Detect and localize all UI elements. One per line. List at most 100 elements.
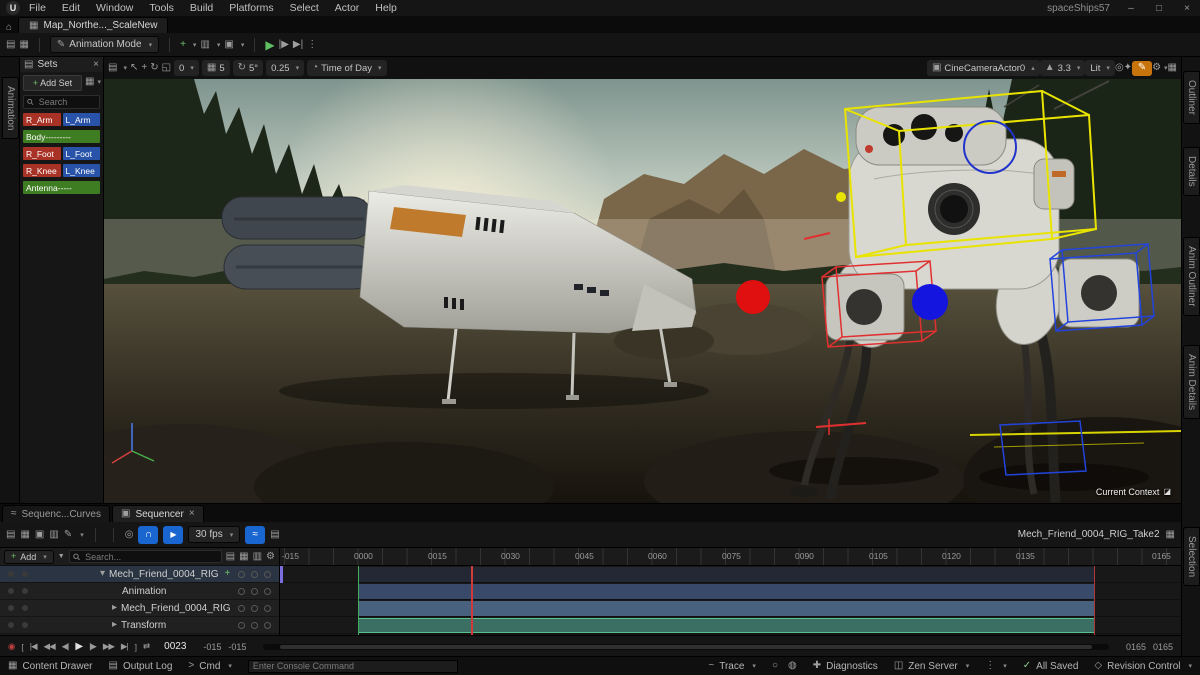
tab-selection[interactable]: Selection — [1183, 527, 1200, 586]
track-row-rig-child[interactable]: ▸ Mech_Friend_0004_RIG — [0, 600, 279, 617]
zen-server-dropdown[interactable]: ◫ Zen Server ▾ — [894, 661, 969, 672]
preview-dropdown[interactable]: ◔ Time of Day ▾ — [307, 60, 386, 76]
console-input[interactable] — [248, 660, 458, 673]
add-section-icon[interactable]: + — [225, 569, 231, 579]
track-solo-toggle[interactable] — [251, 588, 258, 595]
tab-outliner[interactable]: Outliner — [1183, 71, 1200, 124]
section-bar[interactable] — [358, 567, 1094, 582]
tab-sequencer[interactable]: ▣ Sequencer × — [112, 505, 204, 522]
track-lock-icon[interactable] — [22, 588, 28, 594]
playback-start-marker[interactable] — [358, 566, 359, 635]
set-tag-l-arm[interactable]: L_Arm — [63, 113, 101, 126]
set-tag-r-arm[interactable]: R_Arm — [23, 113, 61, 126]
sequence-browse-icon[interactable]: ▦ — [1166, 530, 1175, 540]
content-drawer-button[interactable]: ▦ Content Drawer — [8, 661, 92, 672]
menu-actor[interactable]: Actor — [328, 2, 367, 14]
sequence-name[interactable]: Mech_Friend_0004_RIG_Take2 — [1018, 529, 1160, 540]
playback-end-marker[interactable] — [1094, 566, 1095, 635]
track-row-rig[interactable]: ▾ Mech_Friend_0004_RIG + — [0, 566, 279, 583]
view-compact-icon[interactable]: ▦ — [239, 552, 248, 562]
set-tag-r-foot[interactable]: R_Foot — [23, 147, 61, 160]
view-end-value[interactable]: 0165 — [1126, 642, 1146, 652]
expand-caret-icon[interactable]: ▾ — [100, 569, 105, 579]
filter-icon[interactable]: ▼ — [58, 553, 65, 560]
menu-build[interactable]: Build — [183, 2, 220, 14]
tab-anim-outliner[interactable]: Anim Outliner — [1183, 237, 1200, 316]
seq-actions-icon[interactable]: ✎ — [64, 530, 72, 540]
viewport-options-icon[interactable]: ▤ — [108, 63, 117, 73]
range-end-value[interactable]: 0165 — [1153, 642, 1173, 652]
tab-anim-details[interactable]: Anim Details — [1183, 345, 1200, 419]
menu-edit[interactable]: Edit — [55, 2, 87, 14]
expand-caret-icon[interactable]: ▸ — [112, 603, 117, 613]
track-mute-toggle[interactable] — [238, 605, 245, 612]
revision-control-dropdown[interactable]: ◇ Revision Control ▾ — [1094, 661, 1192, 672]
grid-snap-control[interactable]: ▦ 5 — [202, 60, 230, 76]
track-search-input[interactable] — [83, 551, 218, 563]
diagnostics-button[interactable]: ✚ Diagnostics — [813, 661, 878, 672]
play-backwards-button[interactable]: ◀◀ — [44, 641, 55, 652]
close-icon[interactable]: × — [189, 509, 195, 519]
play-button[interactable]: ▶ — [75, 641, 82, 652]
track-row-animation[interactable]: Animation — [0, 583, 279, 600]
track-mute-toggle[interactable] — [238, 571, 245, 578]
loop-toggle[interactable]: ⇄ — [143, 641, 149, 652]
set-start-button[interactable]: [ — [21, 642, 22, 652]
maximize-button[interactable]: □ — [1152, 3, 1166, 14]
track-mute-toggle[interactable] — [238, 622, 245, 629]
save-status[interactable]: ✓ All Saved — [1023, 661, 1079, 672]
track-mute-toggle[interactable] — [238, 588, 245, 595]
play-forward-button[interactable]: ▶▶ — [103, 641, 114, 652]
track-pin-icon[interactable] — [8, 588, 14, 594]
camera-actor-dropdown[interactable]: ▣ CineCameraActor0 ▴ — [927, 60, 1040, 76]
playhead[interactable] — [471, 566, 473, 635]
launch-options-icon[interactable]: ⋮ — [307, 40, 317, 50]
track-lock-toggle[interactable] — [264, 571, 271, 578]
cinematics-icon[interactable]: ▣ — [224, 40, 233, 50]
seq-render-icon[interactable]: ▥ — [49, 530, 58, 540]
transform-section-bar[interactable] — [358, 618, 1094, 633]
seq-save-icon[interactable]: ▤ — [6, 530, 15, 540]
rotate-tool-icon[interactable]: ↻ — [150, 63, 158, 73]
track-pin-icon[interactable] — [8, 622, 14, 628]
timeline-ruler[interactable]: -015 0000 0015 0030 0045 0060 0075 0090 … — [280, 548, 1181, 566]
level-tab[interactable]: ▦ Map_Northe..._ScaleNew — [18, 17, 168, 33]
minimize-button[interactable]: – — [1124, 3, 1138, 14]
tab-details[interactable]: Details — [1183, 147, 1200, 196]
jump-to-end-button[interactable]: ▶| — [121, 641, 128, 652]
set-tag-r-knee[interactable]: R_Knee — [23, 164, 61, 177]
timeline-row[interactable] — [280, 617, 1181, 634]
timeline-row[interactable] — [280, 600, 1181, 617]
animation-section-bar[interactable] — [358, 584, 1094, 599]
viewport-scene[interactable] — [104, 79, 1181, 503]
sets-search[interactable] — [23, 95, 100, 109]
sequencer-settings-icon[interactable]: ▤ — [270, 530, 279, 540]
unreal-logo-icon[interactable]: U — [6, 1, 20, 15]
menu-file[interactable]: File — [22, 2, 53, 14]
jump-to-start-button[interactable]: |◀ — [30, 641, 37, 652]
track-pin-icon[interactable] — [8, 571, 14, 577]
track-row-transform[interactable]: ▸ Transform — [0, 617, 279, 634]
selection-mode-toggle[interactable]: ✎ — [1132, 61, 1152, 76]
set-tag-l-knee[interactable]: L_Knee — [63, 164, 101, 177]
rotation-snap-control[interactable]: ↻ 5° — [233, 60, 263, 76]
range-start-value[interactable]: -015 — [203, 642, 221, 652]
viewport-settings-icon[interactable]: ⚙ — [1152, 63, 1161, 73]
expand-caret-icon[interactable]: ▸ — [112, 620, 117, 630]
playback-options-toggle[interactable]: ▶ — [163, 526, 183, 544]
surface-snap-control[interactable]: 0 ▾ — [174, 60, 199, 76]
set-options-icon[interactable]: ▦ — [85, 77, 94, 87]
status-circle-a-icon[interactable]: ○ — [772, 661, 778, 671]
menu-select[interactable]: Select — [283, 2, 326, 14]
rig-section-bar[interactable] — [358, 601, 1094, 616]
timeline-scrollbar-thumb[interactable] — [280, 645, 1092, 649]
curve-editor-toggle[interactable]: ≈ — [245, 526, 265, 544]
tab-sequencer-curves[interactable]: ≈ Sequenc...Curves — [2, 505, 110, 522]
menu-tools[interactable]: Tools — [142, 2, 181, 14]
track-lock-icon[interactable] — [22, 605, 28, 611]
content-browser-icon[interactable]: ▦ — [19, 40, 28, 50]
keyframe-options-icon[interactable]: ◎ — [125, 530, 134, 540]
derived-data-dropdown[interactable]: ⋮ ▾ — [985, 661, 1007, 671]
close-icon[interactable]: × — [93, 60, 99, 70]
save-icon[interactable]: ▤ — [6, 40, 15, 50]
